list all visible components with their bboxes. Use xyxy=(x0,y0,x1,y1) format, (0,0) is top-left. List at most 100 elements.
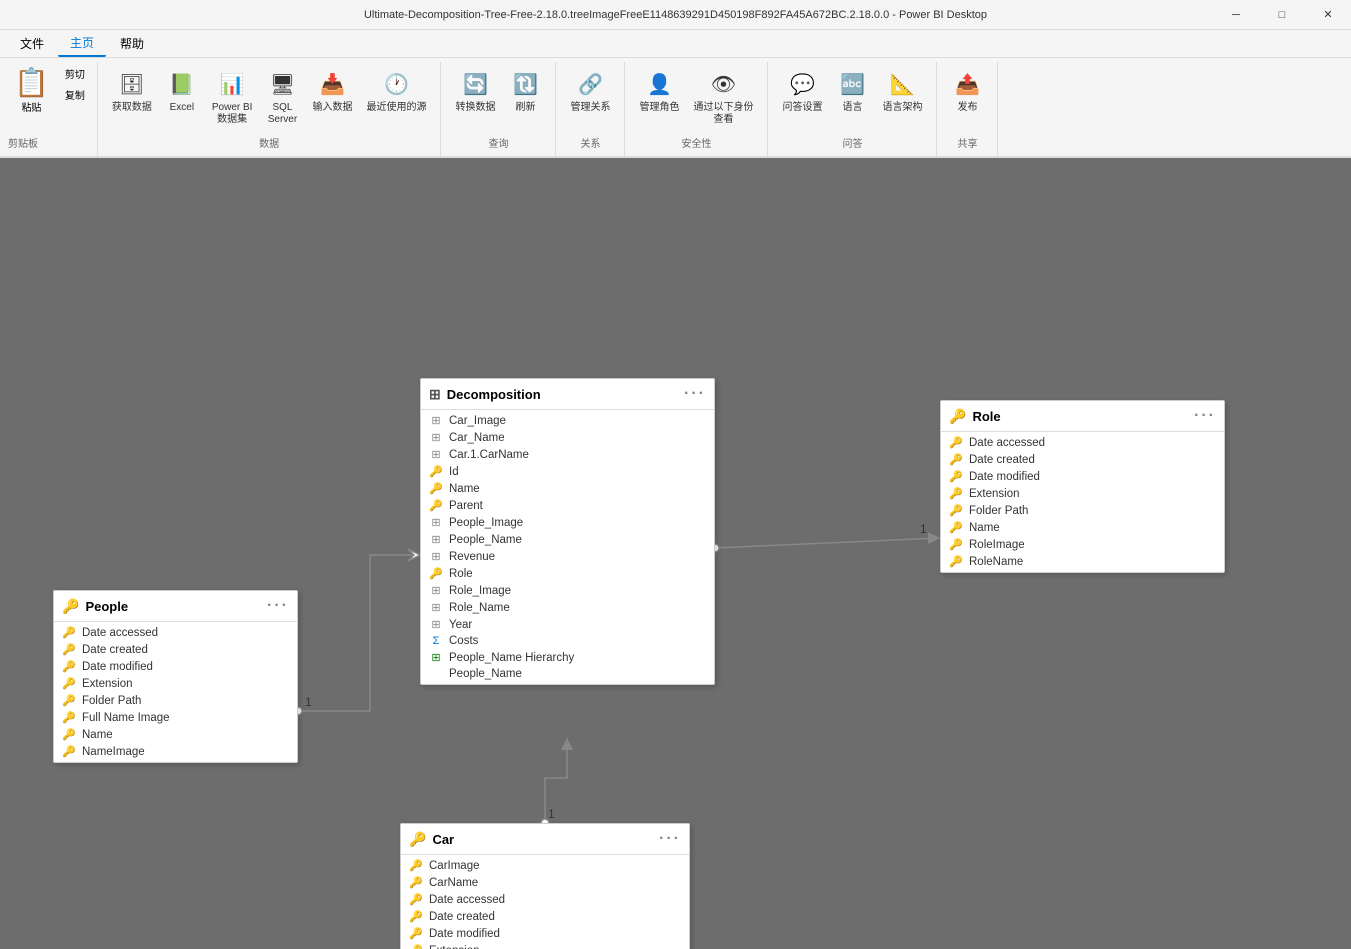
car-menu[interactable]: ··· xyxy=(659,830,681,848)
field-people-image[interactable]: ⊞ People_Image xyxy=(421,514,714,531)
manage-roles-button[interactable]: 👤 管理角色 xyxy=(633,64,685,118)
p-extension-label: Extension xyxy=(82,678,133,690)
c-field-date-created[interactable]: 🔑 Date created xyxy=(401,908,689,925)
people-header: 🔑 People ··· xyxy=(54,591,297,622)
r-date-accessed-label: Date accessed xyxy=(969,437,1045,449)
p-field-extension[interactable]: 🔑 Extension xyxy=(54,675,297,692)
field-name[interactable]: 🔑 Name xyxy=(421,480,714,497)
role-table[interactable]: 🔑 Role ··· 🔑 Date accessed 🔑 Date create… xyxy=(940,400,1225,573)
car-decomp-arrow xyxy=(561,738,573,750)
input-data-button[interactable]: 📥 输入数据 xyxy=(306,64,358,118)
c-field-carname[interactable]: 🔑 CarName xyxy=(401,874,689,891)
manage-relations-button[interactable]: 🔗 管理关系 xyxy=(564,64,616,118)
sql-label: SQLServer xyxy=(268,102,297,126)
query-buttons: 🔄 转换数据 🔃 刷新 xyxy=(449,64,547,135)
r-field-date-modified[interactable]: 🔑 Date modified xyxy=(941,468,1224,485)
field-year[interactable]: ⊞ Year xyxy=(421,616,714,633)
c-carimage-label: CarImage xyxy=(429,860,480,872)
field-id[interactable]: 🔑 Id xyxy=(421,463,714,480)
c-field-carimage[interactable]: 🔑 CarImage xyxy=(401,857,689,874)
r-field-rolename[interactable]: 🔑 RoleName xyxy=(941,553,1224,570)
paste-button[interactable]: 📋 粘贴 xyxy=(8,64,55,135)
people-menu[interactable]: ··· xyxy=(267,597,289,615)
r-field-folder-path[interactable]: 🔑 Folder Path xyxy=(941,502,1224,519)
copy-button[interactable]: 复制 xyxy=(57,85,93,104)
p-field-nameimage[interactable]: 🔑 NameImage xyxy=(54,743,297,760)
publish-button[interactable]: 📤 发布 xyxy=(945,64,989,118)
p-date-accessed-label: Date accessed xyxy=(82,627,158,639)
ribbon-share-section: 📤 发布 共享 xyxy=(937,62,998,156)
menu-home[interactable]: 主页 xyxy=(58,30,106,57)
p-name-icon: 🔑 xyxy=(62,728,76,741)
maximize-button[interactable]: □ xyxy=(1259,0,1305,29)
c-field-date-modified[interactable]: 🔑 Date modified xyxy=(401,925,689,942)
recent-sources-button[interactable]: 🕐 最近使用的源 xyxy=(360,64,432,118)
parent-label: Parent xyxy=(449,500,483,512)
menu-help[interactable]: 帮助 xyxy=(108,31,156,56)
role-menu[interactable]: ··· xyxy=(1194,407,1216,425)
publish-icon: 📤 xyxy=(951,68,983,100)
r-field-roleimage[interactable]: 🔑 RoleImage xyxy=(941,536,1224,553)
field-people-name[interactable]: ⊞ People_Name xyxy=(421,531,714,548)
refresh-label: 刷新 xyxy=(515,102,535,114)
language-button[interactable]: 🔤 语言 xyxy=(830,64,874,118)
r-field-name[interactable]: 🔑 Name xyxy=(941,519,1224,536)
menu-file[interactable]: 文件 xyxy=(8,31,56,56)
car-table[interactable]: 🔑 Car ··· 🔑 CarImage 🔑 CarName 🔑 Date ac… xyxy=(400,823,690,949)
r-field-extension[interactable]: 🔑 Extension xyxy=(941,485,1224,502)
cut-button[interactable]: 剪切 xyxy=(57,64,93,83)
r-field-date-accessed[interactable]: 🔑 Date accessed xyxy=(941,434,1224,451)
decomposition-table[interactable]: ⊞ Decomposition ··· ⊞ Car_Image ⊞ Car_Na… xyxy=(420,378,715,685)
field-role-name[interactable]: ⊞ Role_Name xyxy=(421,599,714,616)
get-data-button[interactable]: 🗄 获取数据 xyxy=(106,64,158,118)
field-car-name[interactable]: ⊞ Car_Name xyxy=(421,429,714,446)
language-schema-button[interactable]: 📐 语言架构 xyxy=(876,64,928,118)
p-field-date-created[interactable]: 🔑 Date created xyxy=(54,641,297,658)
qa-settings-button[interactable]: 💬 问答设置 xyxy=(776,64,828,118)
people-table[interactable]: 🔑 People ··· 🔑 Date accessed 🔑 Date crea… xyxy=(53,590,298,763)
field-role-image[interactable]: ⊞ Role_Image xyxy=(421,582,714,599)
c-field-extension[interactable]: 🔑 Extension xyxy=(401,942,689,949)
transform-data-button[interactable]: 🔄 转换数据 xyxy=(449,64,501,118)
people-decomp-diamond xyxy=(408,549,420,561)
qa-buttons: 💬 问答设置 🔤 语言 📐 语言架构 xyxy=(776,64,928,135)
language-label: 语言 xyxy=(842,102,862,114)
field-people-name-hierarchy[interactable]: ⊞ People_Name Hierarchy xyxy=(421,649,714,666)
field-people-name-child[interactable]: People_Name xyxy=(421,666,714,682)
close-button[interactable]: ✕ xyxy=(1305,0,1351,29)
role-title: Role xyxy=(972,409,1000,424)
p-field-date-accessed[interactable]: 🔑 Date accessed xyxy=(54,624,297,641)
excel-button[interactable]: 📗 Excel xyxy=(160,64,204,118)
sql-button[interactable]: 🖥 SQLServer xyxy=(260,64,304,130)
c-carname-icon: 🔑 xyxy=(409,876,423,889)
security-buttons: 👤 管理角色 👁 通过以下身份查看 xyxy=(633,64,759,135)
field-car1-carname[interactable]: ⊞ Car.1.CarName xyxy=(421,446,714,463)
p-field-date-modified[interactable]: 🔑 Date modified xyxy=(54,658,297,675)
r-field-date-created[interactable]: 🔑 Date created xyxy=(941,451,1224,468)
field-costs[interactable]: Σ Costs xyxy=(421,633,714,649)
data-buttons: 🗄 获取数据 📗 Excel 📊 Power BI数据集 🖥 SQLServer… xyxy=(106,64,433,135)
p-field-full-name-image[interactable]: 🔑 Full Name Image xyxy=(54,709,297,726)
view-as-button[interactable]: 👁 通过以下身份查看 xyxy=(687,64,759,130)
r-date-created-label: Date created xyxy=(969,454,1035,466)
id-label: Id xyxy=(449,466,459,478)
refresh-button[interactable]: 🔃 刷新 xyxy=(503,64,547,118)
field-role[interactable]: 🔑 Role xyxy=(421,565,714,582)
p-field-folder-path[interactable]: 🔑 Folder Path xyxy=(54,692,297,709)
get-data-label: 获取数据 xyxy=(112,102,152,114)
c-date-modified-label: Date modified xyxy=(429,928,500,940)
field-parent[interactable]: 🔑 Parent xyxy=(421,497,714,514)
canvas[interactable]: 1 1 1 ⊞ Decomposition ··· ⊞ xyxy=(0,158,1351,949)
field-revenue[interactable]: ⊞ Revenue xyxy=(421,548,714,565)
people-name-child-label: People_Name xyxy=(449,668,522,680)
decomposition-header: ⊞ Decomposition ··· xyxy=(421,379,714,410)
p-field-name[interactable]: 🔑 Name xyxy=(54,726,297,743)
decomposition-menu[interactable]: ··· xyxy=(684,385,706,403)
field-car-image[interactable]: ⊞ Car_Image xyxy=(421,412,714,429)
p-date-modified-label: Date modified xyxy=(82,661,153,673)
people-title: People xyxy=(85,599,128,614)
role-image-label: Role_Image xyxy=(449,585,511,597)
powerbi-dataset-button[interactable]: 📊 Power BI数据集 xyxy=(206,64,259,130)
minimize-button[interactable]: ─ xyxy=(1213,0,1259,29)
c-field-date-accessed[interactable]: 🔑 Date accessed xyxy=(401,891,689,908)
